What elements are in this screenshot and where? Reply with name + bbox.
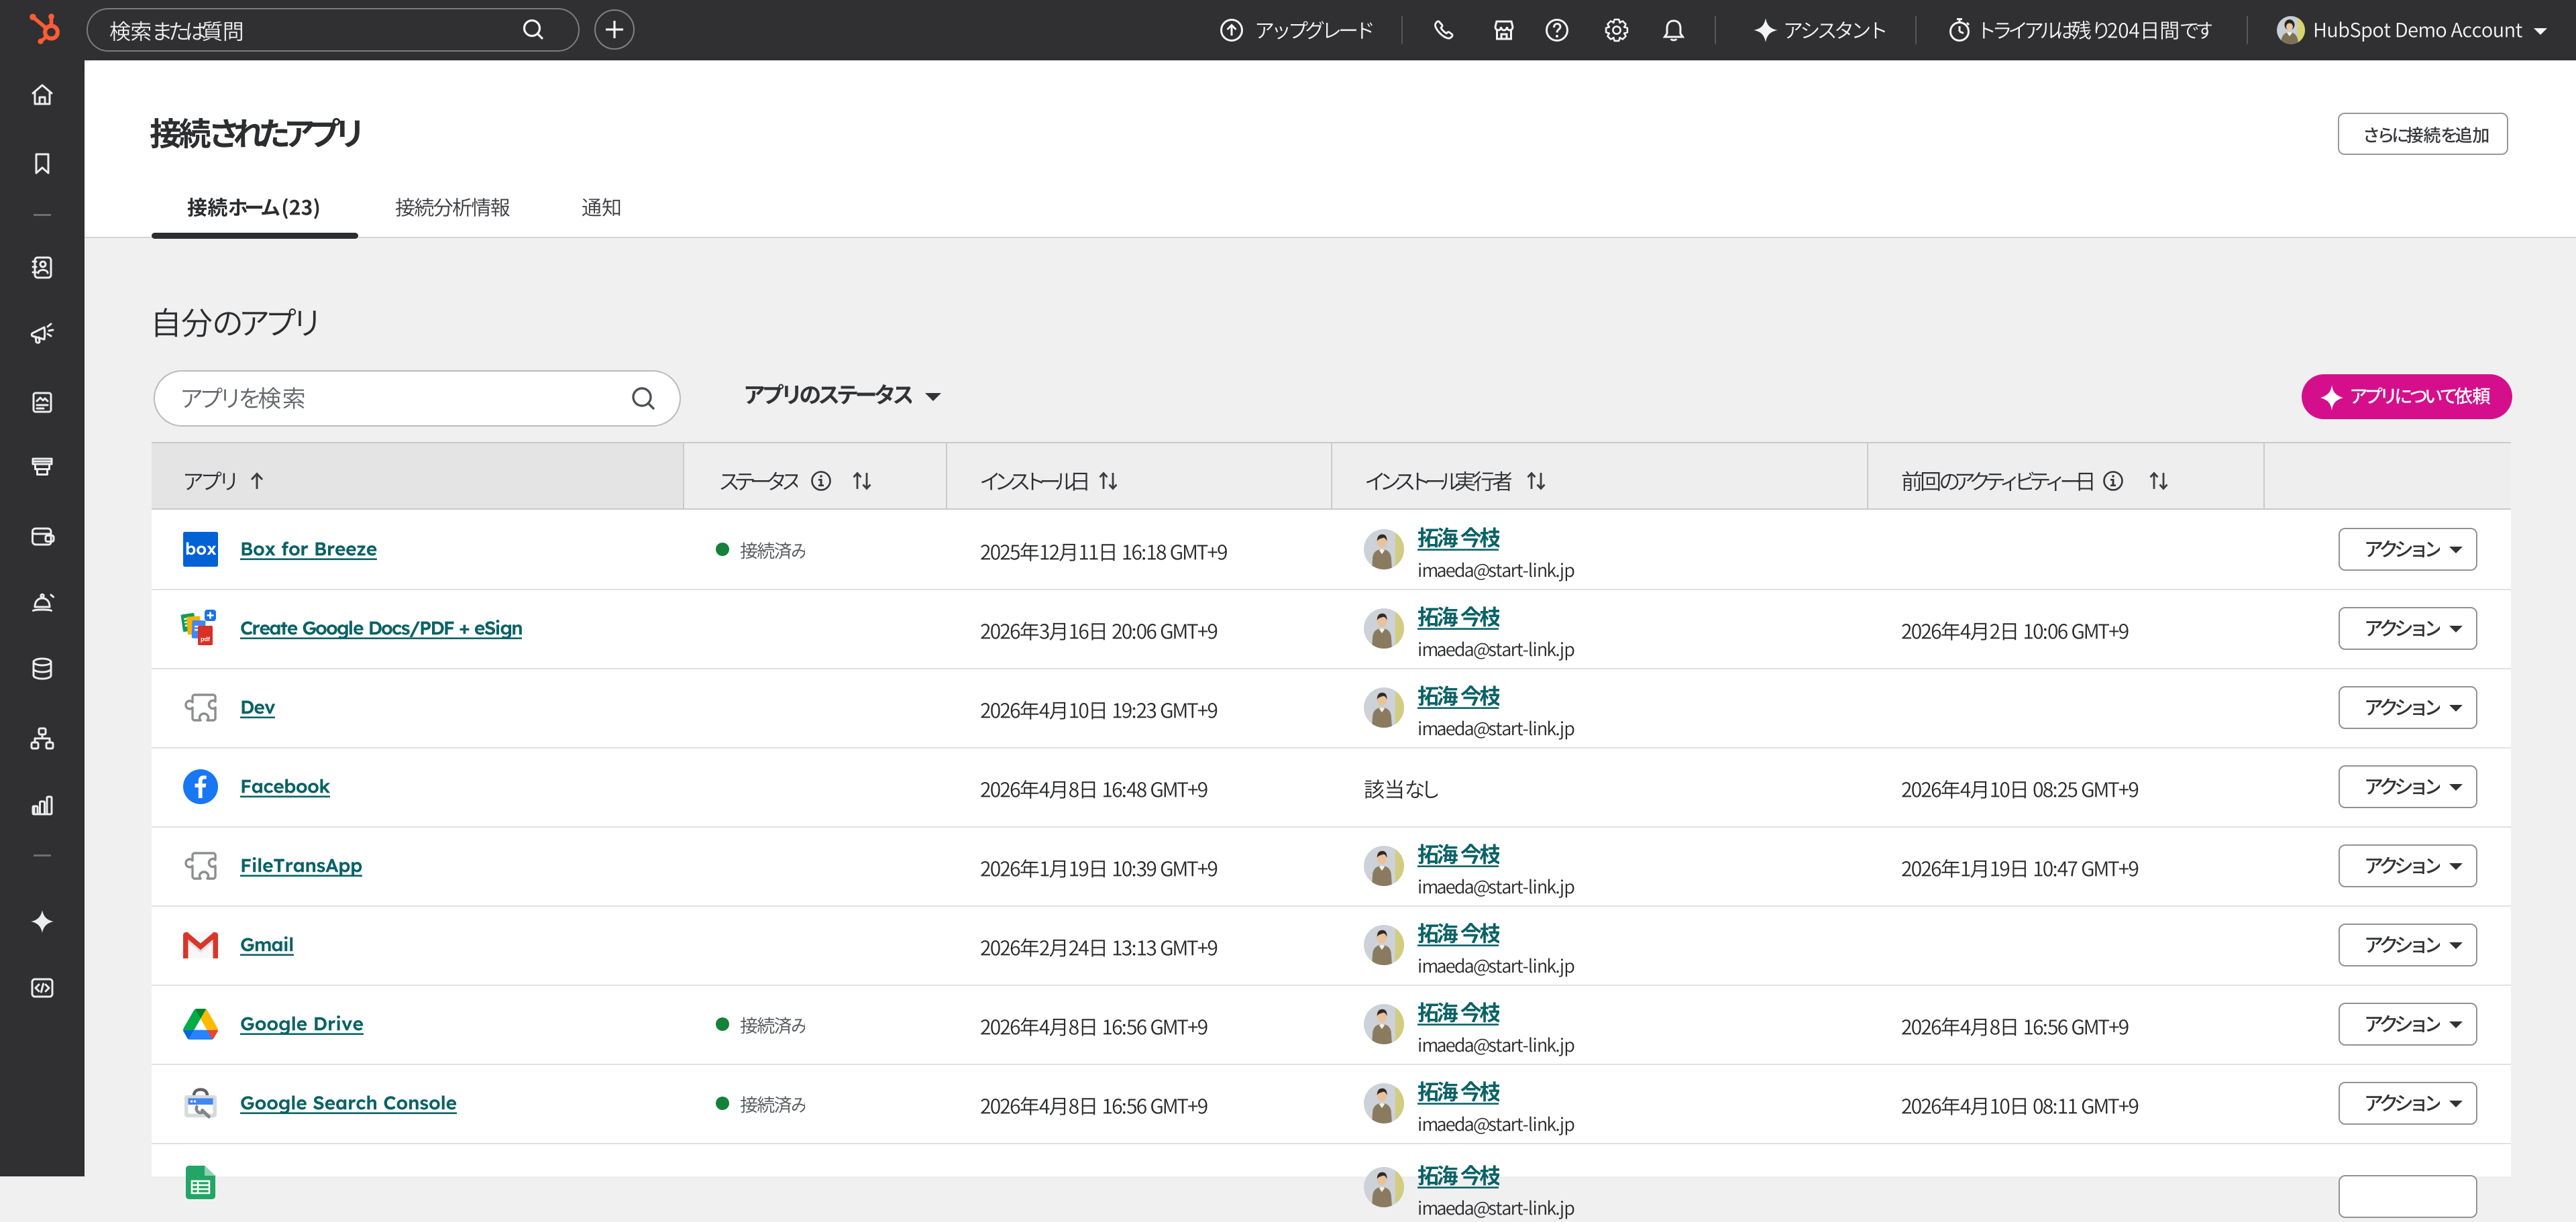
svg-text:pdf: pdf <box>201 636 211 643</box>
